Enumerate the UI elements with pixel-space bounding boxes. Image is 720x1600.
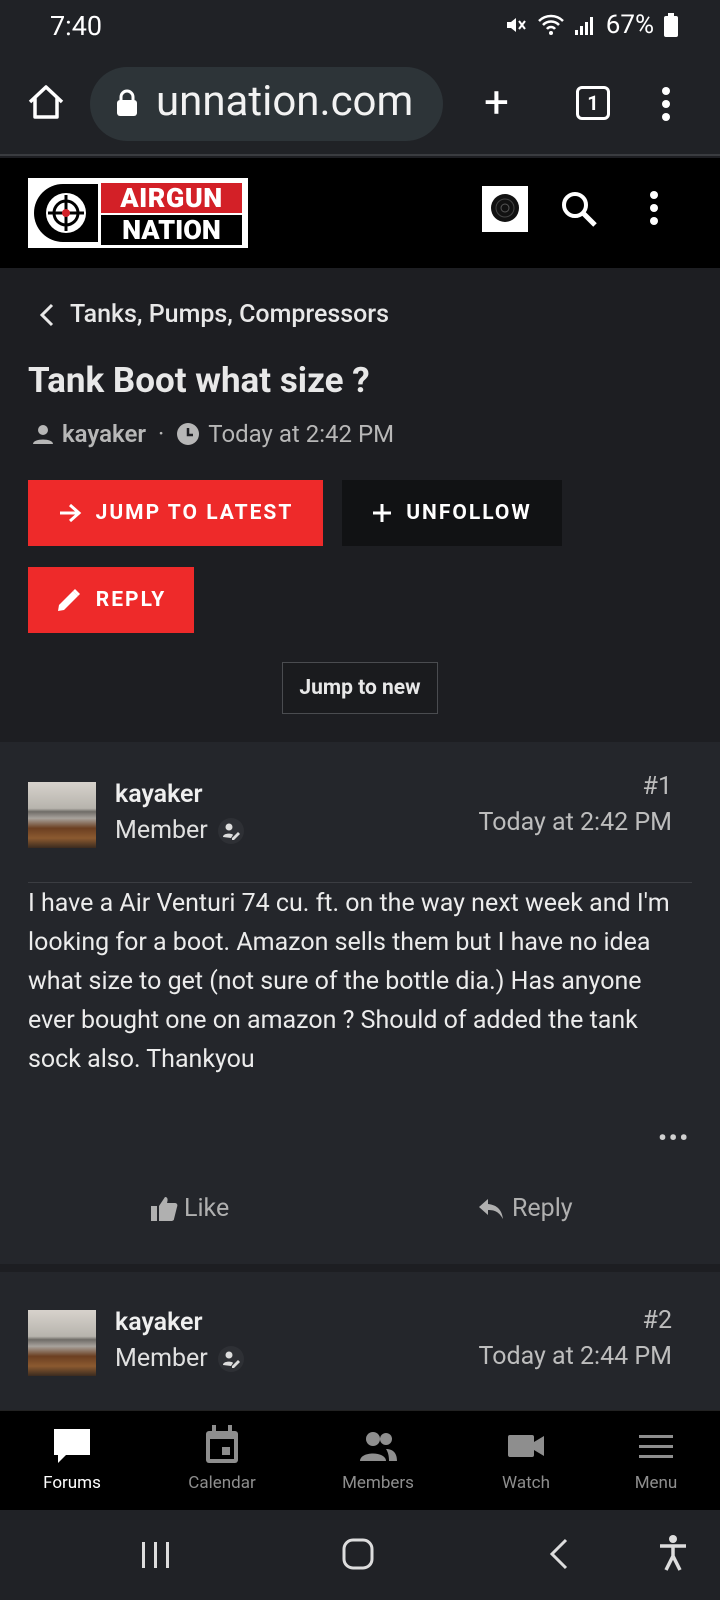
- thread-author[interactable]: kayaker: [62, 420, 146, 448]
- site-menu-icon[interactable]: [648, 190, 660, 226]
- breadcrumb-label: Tanks, Pumps, Compressors: [70, 300, 390, 329]
- bottom-navigation: Forums Calendar Members Watch Menu: [0, 1410, 720, 1510]
- nav-forums[interactable]: Forums: [12, 1425, 132, 1493]
- hamburger-menu-icon: [639, 1435, 673, 1458]
- jump-to-latest-button[interactable]: JUMP TO LATEST: [28, 480, 323, 546]
- avatar[interactable]: [28, 782, 96, 848]
- mute-icon: [506, 18, 526, 32]
- reply-arrow-icon: [479, 1198, 503, 1219]
- video-camera-icon: [508, 1435, 544, 1457]
- site-header: AIRGUN NATION: [0, 158, 720, 268]
- breadcrumb[interactable]: Tanks, Pumps, Compressors: [40, 300, 389, 329]
- accessibility-icon[interactable]: [658, 1534, 688, 1572]
- nav-menu-label: Menu: [634, 1473, 678, 1493]
- back-icon[interactable]: [548, 1538, 570, 1570]
- battery-icon: [664, 13, 678, 37]
- tab-count-button[interactable]: 1: [576, 86, 610, 120]
- page-title: Tank Boot what size ?: [28, 360, 370, 401]
- post-1: kayaker Member #1 Today at 2:42 PM I hav…: [0, 742, 720, 1264]
- post-time[interactable]: Today at 2:42 PM: [479, 808, 673, 837]
- like-button[interactable]: Like: [150, 1194, 229, 1223]
- avatar[interactable]: [28, 1310, 96, 1376]
- arrow-right-icon: [59, 503, 81, 523]
- user-edit-icon: [217, 817, 244, 844]
- members-icon: [360, 1432, 397, 1461]
- nav-forums-label: Forums: [43, 1473, 101, 1493]
- site-logo[interactable]: AIRGUN NATION: [28, 178, 248, 248]
- post-2: kayaker Member #2 Today at 2:44 PM: [0, 1272, 720, 1410]
- nav-calendar-label: Calendar: [188, 1473, 256, 1493]
- calendar-icon: [206, 1425, 238, 1463]
- system-navigation-bar: [0, 1510, 720, 1600]
- user-role-label: Member: [115, 1344, 208, 1373]
- logo-text-top: AIRGUN: [101, 183, 242, 213]
- post-user-role: Member: [115, 816, 244, 845]
- nav-members[interactable]: Members: [318, 1425, 438, 1493]
- post-number[interactable]: #2: [643, 1306, 672, 1335]
- home-button-icon[interactable]: [342, 1538, 374, 1570]
- like-label: Like: [184, 1194, 230, 1223]
- jump-to-new-button[interactable]: Jump to new: [282, 662, 438, 714]
- pencil-icon: [57, 589, 80, 611]
- user-avatar[interactable]: [482, 186, 528, 232]
- recent-apps-icon[interactable]: [140, 1540, 172, 1570]
- post-user-role: Member: [115, 1344, 244, 1373]
- wifi-icon: [537, 14, 564, 35]
- user-role-label: Member: [115, 816, 208, 845]
- nav-watch-label: Watch: [502, 1473, 550, 1493]
- signal-icon: [574, 17, 593, 35]
- post-reply-label: Reply: [512, 1194, 573, 1223]
- clock-icon: [177, 423, 200, 445]
- post-time[interactable]: Today at 2:44 PM: [479, 1342, 673, 1371]
- post-number[interactable]: #1: [643, 772, 672, 801]
- lock-icon: [117, 89, 137, 116]
- unfollow-button[interactable]: UNFOLLOW: [342, 480, 562, 546]
- post-username[interactable]: kayaker: [115, 1308, 203, 1337]
- post-divider: [28, 882, 692, 883]
- thread-time: Today at 2:42 PM: [208, 420, 395, 448]
- nav-watch[interactable]: Watch: [466, 1425, 586, 1493]
- status-time: 7:40: [50, 10, 103, 42]
- status-bar: 7:40 67%: [0, 0, 720, 52]
- more-options-icon[interactable]: •••: [658, 1124, 690, 1152]
- thumbs-up-icon: [151, 1196, 178, 1221]
- post-reply-button[interactable]: Reply: [478, 1194, 573, 1223]
- logo-text-bottom: NATION: [101, 215, 242, 245]
- thread-meta: kayaker · Today at 2:42 PM: [32, 420, 394, 448]
- nav-calendar[interactable]: Calendar: [162, 1425, 282, 1493]
- reply-label: REPLY: [95, 588, 167, 612]
- search-icon[interactable]: [560, 190, 598, 228]
- user-icon: [33, 425, 53, 444]
- post-body: I have a Air Venturi 74 cu. ft. on the w…: [28, 889, 670, 1074]
- browser-toolbar: unnation.com + 1: [0, 52, 720, 156]
- thread-header: Tanks, Pumps, Compressors Tank Boot what…: [0, 268, 720, 742]
- status-icons: 67%: [504, 10, 678, 40]
- chevron-left-icon: [40, 303, 54, 326]
- home-icon[interactable]: [26, 82, 66, 122]
- user-edit-icon: [217, 1345, 244, 1372]
- nav-members-label: Members: [342, 1473, 414, 1493]
- plus-icon: [373, 504, 392, 522]
- nav-menu[interactable]: Menu: [596, 1425, 716, 1493]
- post-username[interactable]: kayaker: [115, 780, 203, 809]
- reply-button[interactable]: REPLY: [28, 567, 194, 633]
- chat-bubble-icon: [54, 1429, 90, 1463]
- meta-separator: ·: [158, 420, 165, 448]
- logo-crosshair-icon: [34, 184, 98, 242]
- url-bar[interactable]: unnation.com: [90, 67, 443, 141]
- jump-to-latest-label: JUMP TO LATEST: [95, 501, 294, 525]
- unfollow-label: UNFOLLOW: [406, 501, 532, 525]
- url-text: unnation.com: [156, 77, 414, 126]
- battery-percent: 67%: [605, 10, 654, 40]
- browser-menu-icon[interactable]: [660, 86, 672, 122]
- new-tab-icon[interactable]: +: [484, 80, 509, 124]
